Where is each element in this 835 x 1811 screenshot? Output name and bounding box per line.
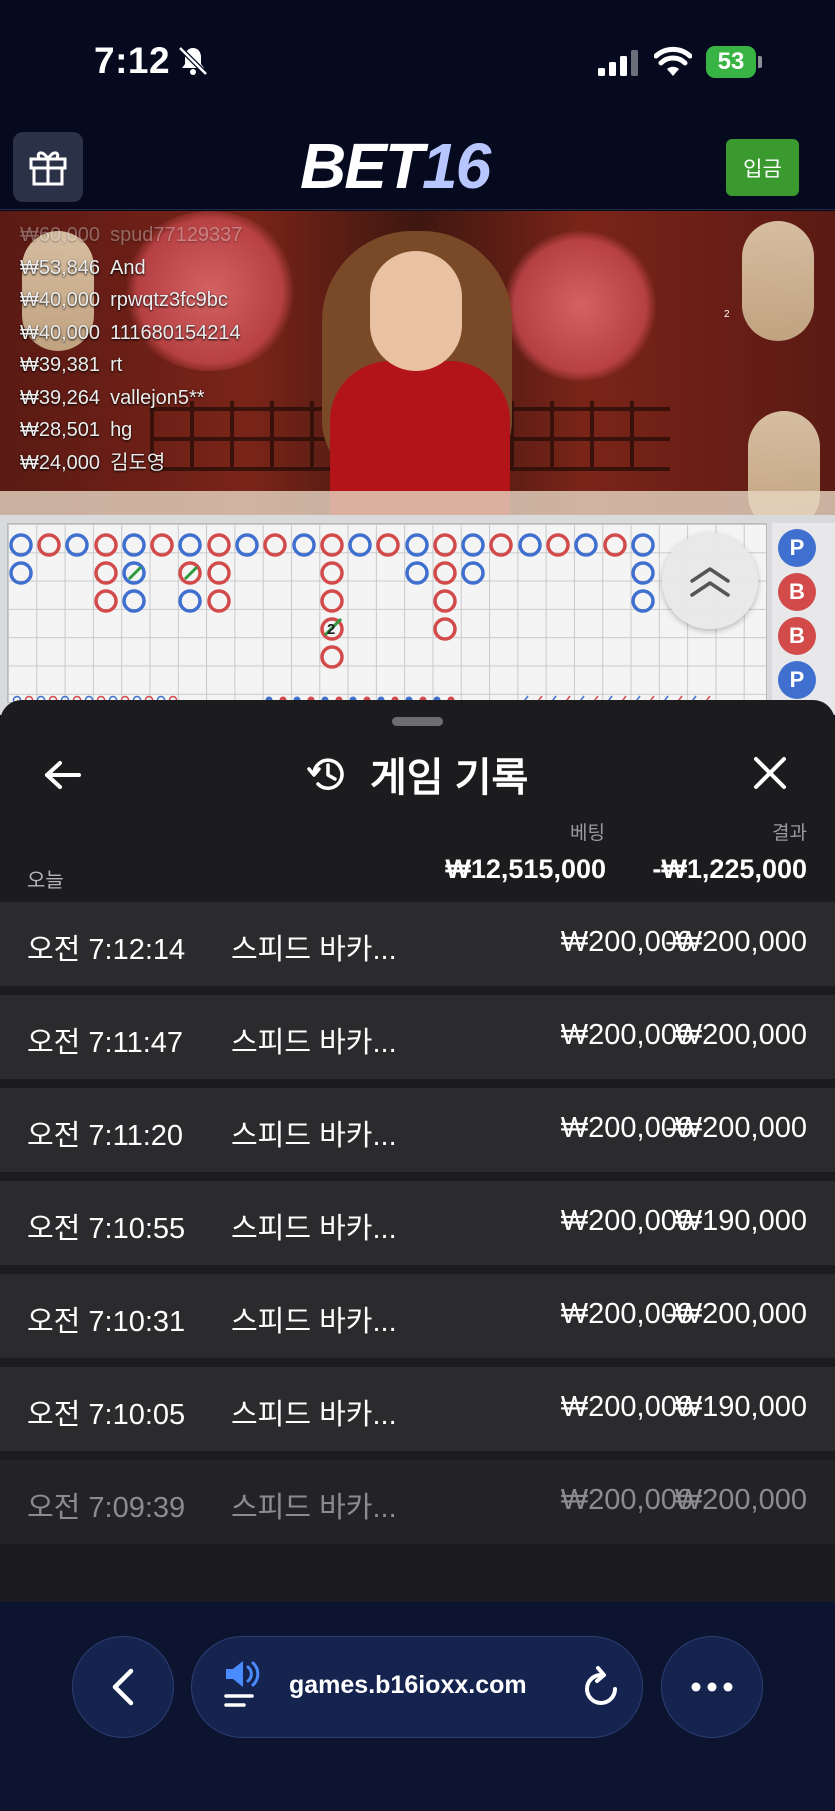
blossom-decoration xyxy=(500,231,660,381)
reload-icon[interactable] xyxy=(582,1665,622,1709)
row-result: ₩200,000 xyxy=(674,1484,807,1516)
status-time: 7:12 xyxy=(94,40,171,81)
today-result-total: -₩1,225,000 xyxy=(652,854,807,884)
signal-icon xyxy=(598,50,638,76)
browser-back-button[interactable] xyxy=(72,1636,174,1738)
row-time: 오전 7:12:14 xyxy=(27,934,186,966)
row-time: 오전 7:10:05 xyxy=(27,1399,186,1431)
app-header: BET16 입금 xyxy=(0,120,835,210)
row-result: ₩190,000 xyxy=(674,1391,807,1423)
url-text[interactable]: games.b16ioxx.com xyxy=(289,1671,527,1700)
live-dealer-video[interactable]: 2 ₩60,000 spud77129337 ₩53,846 And ₩40,000… xyxy=(0,211,835,515)
status-bar: 7:12 53 xyxy=(0,0,835,120)
address-bar[interactable]: games.b16ioxx.com xyxy=(191,1636,643,1738)
winner-entry: ₩53,846 And xyxy=(20,256,146,279)
row-bet: ₩200,000 xyxy=(560,1391,693,1423)
history-row[interactable]: 오전 7:10:05 스피드 바카... ₩200,000 ₩190,000 xyxy=(0,1367,835,1451)
today-label: 오늘 xyxy=(27,870,64,892)
bead-plate-column: P B B P xyxy=(772,523,835,713)
history-row[interactable]: 오전 7:11:47 스피드 바카... ₩200,000 ₩200,000 xyxy=(0,995,835,1079)
row-game: 스피드 바카... xyxy=(231,934,397,966)
winner-entry: ₩60,000 spud77129337 xyxy=(20,224,243,246)
history-row[interactable]: 오전 7:10:31 스피드 바카... ₩200,000 -₩200,000 xyxy=(0,1274,835,1358)
row-bet: ₩200,000 xyxy=(560,1484,693,1516)
big-road: 2 xyxy=(9,533,655,669)
row-bet: ₩200,000 xyxy=(560,1019,693,1051)
sheet-title: 게임 기록 xyxy=(370,756,529,800)
bet-column-header: 베팅 xyxy=(570,823,605,844)
tie-count-label: 2 xyxy=(327,621,335,638)
speaker-icon[interactable] xyxy=(222,1661,268,1711)
winner-entry: ₩24,000 김도영 xyxy=(20,451,166,474)
close-button[interactable] xyxy=(745,748,795,798)
row-game: 스피드 바카... xyxy=(231,1120,397,1152)
sheet-grabber[interactable] xyxy=(392,717,443,726)
chevron-left-icon xyxy=(112,1668,134,1706)
baccarat-roadmap[interactable]: 2 P B B P xyxy=(0,515,835,715)
row-game: 스피드 바카... xyxy=(231,1027,397,1059)
logo-text-16: 16 xyxy=(422,130,491,202)
bead-player: P xyxy=(778,661,816,699)
row-time: 오전 7:10:31 xyxy=(27,1306,186,1338)
row-game: 스피드 바카... xyxy=(231,1213,397,1245)
back-button[interactable] xyxy=(38,750,88,800)
row-time: 오전 7:09:39 xyxy=(27,1492,186,1524)
row-result: -₩200,000 xyxy=(665,1298,807,1330)
bet16-logo[interactable]: BET16 xyxy=(300,134,491,198)
row-game: 스피드 바카... xyxy=(231,1492,397,1524)
row-game: 스피드 바카... xyxy=(231,1306,397,1338)
history-row[interactable]: 오전 7:11:20 스피드 바카... ₩200,000 -₩200,000 xyxy=(0,1088,835,1172)
winner-entry: ₩39,381 rt xyxy=(20,354,123,376)
logo-text-bet: BET xyxy=(300,130,424,202)
row-time: 오전 7:10:55 xyxy=(27,1213,186,1245)
bead-banker: B xyxy=(778,573,816,611)
bead-banker: B xyxy=(778,617,816,655)
history-row[interactable]: 오전 7:12:14 스피드 바카... ₩200,000 -₩200,000 xyxy=(0,902,835,986)
more-icon xyxy=(691,1682,733,1692)
row-time: 오전 7:11:47 xyxy=(27,1027,184,1059)
gift-icon xyxy=(29,151,67,186)
bell-slash-icon xyxy=(178,46,208,76)
more-options-button[interactable] xyxy=(661,1636,763,1738)
history-icon xyxy=(307,758,344,790)
overlay-number: 2 xyxy=(724,309,730,320)
dealer-table xyxy=(0,491,835,515)
row-time: 오전 7:11:20 xyxy=(27,1120,184,1152)
winner-entry: ₩28,501 hg xyxy=(20,419,133,441)
bead-player: P xyxy=(778,529,816,567)
row-result: -₩200,000 xyxy=(665,1112,807,1144)
result-column-header: 결과 xyxy=(772,823,807,844)
history-row[interactable]: 오전 7:09:39 스피드 바카... ₩200,000 ₩200,000 xyxy=(0,1460,835,1544)
collapse-roadmap-button[interactable] xyxy=(662,533,758,629)
row-result: ₩200,000 xyxy=(674,1019,807,1051)
game-history-sheet: 게임 기록 베팅 결과 오늘 ₩12,515,000 -₩1,225,000 오… xyxy=(0,700,835,1602)
today-bet-total: ₩12,515,000 xyxy=(445,854,606,884)
sheet-header: 게임 기록 xyxy=(306,744,528,804)
history-row[interactable]: 오전 7:10:55 스피드 바카... ₩200,000 ₩190,000 xyxy=(0,1181,835,1265)
row-result: -₩200,000 xyxy=(665,926,807,958)
winner-entry: ₩39,264 vallejon5** xyxy=(20,386,205,409)
battery-level: 53 xyxy=(717,48,745,75)
row-bet: ₩200,000 xyxy=(560,1205,693,1237)
row-game: 스피드 바카... xyxy=(231,1399,397,1431)
dealer-face xyxy=(370,251,462,371)
lantern-decoration xyxy=(742,221,814,341)
browser-toolbar: games.b16ioxx.com xyxy=(0,1602,835,1811)
arrow-left-icon xyxy=(45,761,81,789)
wifi-icon xyxy=(654,46,692,76)
row-result: ₩190,000 xyxy=(674,1205,807,1237)
winner-entry: ₩40,000 rpwqtz3fc9bc xyxy=(20,289,228,311)
chevrons-up-icon xyxy=(690,567,730,597)
winners-list: ₩60,000 spud77129337 ₩53,846 And ₩40,000 rp… xyxy=(20,219,242,479)
winner-entry: ₩40,000 111680154214 xyxy=(20,321,241,344)
gift-button[interactable] xyxy=(13,132,83,202)
close-icon xyxy=(754,757,786,789)
deposit-button[interactable]: 입금 xyxy=(726,139,799,196)
battery-indicator: 53 xyxy=(706,46,762,78)
